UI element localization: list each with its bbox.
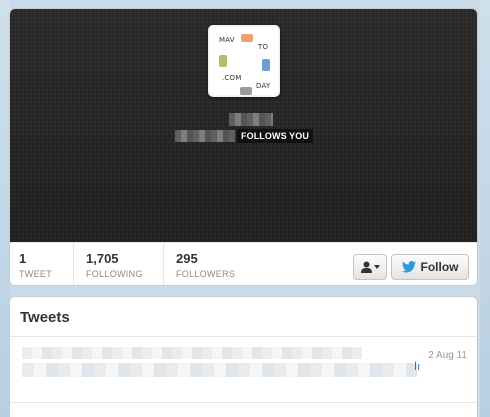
profile-card: MAV TO .COM DAY FOLLOWS YOU 1 TWEET 1,70… xyxy=(9,8,478,286)
tweets-card: Tweets اı 2 Aug 11 xyxy=(9,296,478,417)
stat-label: FOLLOWING xyxy=(86,269,143,279)
logo-word: MAV xyxy=(219,36,235,44)
tweet-item[interactable]: اı 2 Aug 11 xyxy=(10,337,477,403)
caret-down-icon xyxy=(373,265,380,269)
tweet-author-redacted xyxy=(22,347,362,359)
stat-tweets[interactable]: 1 TWEET xyxy=(19,251,52,281)
stat-followers[interactable]: 295 FOLLOWERS xyxy=(176,251,235,281)
logo-arrow-icon xyxy=(262,59,270,71)
stat-value: 1,705 xyxy=(86,251,119,266)
page-background-right xyxy=(480,0,490,417)
stat-label: TWEET xyxy=(19,269,52,279)
stat-label: FOLLOWERS xyxy=(176,269,236,279)
stat-divider xyxy=(163,243,164,285)
logo-arrow-icon xyxy=(240,87,252,95)
follows-you-badge: FOLLOWS YOU xyxy=(237,129,313,143)
logo-word: DAY xyxy=(256,82,271,90)
person-icon xyxy=(360,261,372,273)
tweet-timestamp[interactable]: 2 Aug 11 xyxy=(428,350,467,361)
user-actions-dropdown-button[interactable] xyxy=(353,254,387,280)
stat-value: 1 xyxy=(19,251,27,266)
logo-arrow-icon xyxy=(219,55,227,67)
profile-stats: 1 TWEET 1,705 FOLLOWING 295 FOLLOWERS Fo… xyxy=(10,242,477,285)
avatar[interactable]: MAV TO .COM DAY xyxy=(208,25,280,97)
follow-button-label: Follow xyxy=(420,260,459,274)
stat-divider xyxy=(73,243,74,285)
logo-word: TO xyxy=(258,43,269,51)
tweet-link[interactable]: اı xyxy=(414,360,420,373)
profile-handle-redacted[interactable] xyxy=(175,130,235,142)
tweets-heading: Tweets xyxy=(10,297,477,337)
profile-name-redacted xyxy=(229,113,273,126)
stat-value: 295 xyxy=(176,251,198,266)
logo-word: .COM xyxy=(222,74,242,82)
stat-following[interactable]: 1,705 FOLLOWING xyxy=(86,251,143,281)
tweet-text-redacted xyxy=(22,363,417,377)
bird-icon xyxy=(401,261,416,273)
logo-arrow-icon xyxy=(241,34,253,42)
follow-button[interactable]: Follow xyxy=(391,254,469,280)
avatar-logo: MAV TO .COM DAY xyxy=(210,27,278,95)
profile-header: MAV TO .COM DAY FOLLOWS YOU xyxy=(10,9,477,242)
